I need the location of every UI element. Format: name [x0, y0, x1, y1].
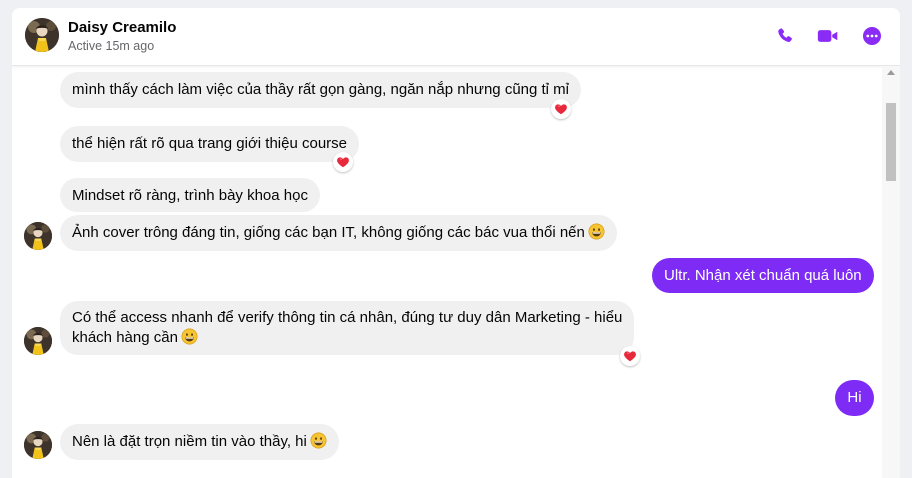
contact-avatar[interactable] [25, 18, 59, 52]
message-text: Ảnh cover trông đáng tin, giống các bạn … [72, 224, 585, 241]
phone-icon [778, 28, 792, 42]
message-bubble-outgoing[interactable]: Ultr. Nhận xét chuẩn quá luôn [652, 258, 874, 293]
message-text: mình thấy cách làm việc của thầy rất gọn… [72, 81, 570, 98]
grin-emoji-icon [310, 432, 327, 449]
contact-name[interactable]: Daisy Creamilo [68, 19, 176, 36]
heart-icon [623, 349, 637, 363]
message-text: Nên là đặt trọn niềm tin vào thầy, hi [72, 433, 307, 450]
message-bubble-outgoing[interactable]: Hi [835, 380, 874, 416]
message-text: Ultr. Nhận xét chuẩn quá luôn [664, 267, 862, 284]
scroll-up-arrow-icon[interactable] [887, 70, 895, 75]
message-text: thể hiện rất rõ qua trang giới thiệu cou… [72, 135, 348, 152]
more-dots-icon [863, 27, 881, 45]
contact-avatar-small[interactable] [24, 327, 52, 355]
message-scrollbar[interactable] [882, 66, 900, 478]
message-bubble-incoming[interactable]: mình thấy cách làm việc của thầy rất gọn… [60, 72, 582, 108]
phone-call-button[interactable] [774, 25, 796, 47]
grin-emoji-icon [181, 328, 198, 345]
message-bubble-incoming[interactable]: Có thể access nhanh để verify thông tin … [60, 301, 635, 355]
message-text: Mindset rõ ràng, trình bày khoa học [72, 187, 308, 204]
video-call-button[interactable] [817, 25, 839, 47]
contact-avatar-small[interactable] [24, 431, 52, 459]
heart-reaction[interactable] [620, 346, 640, 366]
heart-icon [336, 155, 350, 169]
heart-reaction[interactable] [551, 99, 571, 119]
scrollbar-thumb[interactable] [886, 103, 896, 181]
message-bubble-incoming[interactable]: Nên là đặt trọn niềm tin vào thầy, hi [60, 424, 339, 460]
contact-status: Active 15m ago [68, 39, 155, 53]
message-bubble-incoming[interactable]: Mindset rõ ràng, trình bày khoa học [60, 178, 320, 212]
video-camera-icon [817, 30, 838, 42]
chat-panel: Daisy Creamilo Active 15m ago mình thấy … [12, 8, 900, 478]
message-bubble-incoming[interactable]: thể hiện rất rõ qua trang giới thiệu cou… [60, 126, 360, 162]
message-text-line: khách hàng cần [72, 329, 178, 346]
contact-avatar-small[interactable] [24, 222, 52, 250]
chat-header: Daisy Creamilo Active 15m ago [12, 8, 900, 66]
heart-reaction[interactable] [333, 152, 353, 172]
message-text: Hi [847, 389, 862, 406]
message-text-line: Có thể access nhanh để verify thông tin … [72, 309, 623, 326]
heart-icon [554, 102, 568, 116]
more-options-button[interactable] [861, 25, 883, 47]
message-bubble-incoming[interactable]: Ảnh cover trông đáng tin, giống các bạn … [60, 215, 617, 251]
grin-emoji-icon [588, 223, 605, 240]
